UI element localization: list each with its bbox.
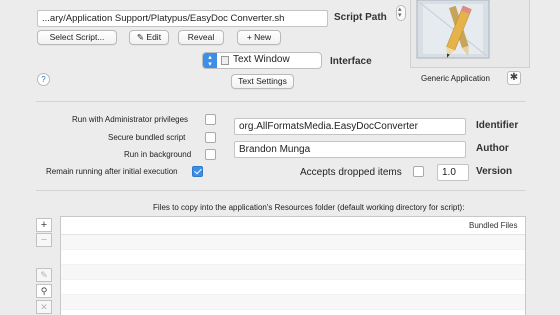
generic-application-label: Generic Application	[421, 74, 490, 83]
option-label-admin: Run with Administrator privileges	[72, 115, 189, 124]
option-label-secure: Secure bundled script	[108, 133, 186, 142]
interface-label: Interface	[330, 56, 372, 67]
identifier-field[interactable]: org.AllFormatsMedia.EasyDocConverter	[234, 118, 466, 135]
reveal-script-button[interactable]: Reveal	[178, 30, 224, 45]
script-path-field[interactable]: ...ary/Application Support/Platypus/Easy…	[37, 10, 328, 27]
pencil-icon: ✎	[40, 270, 48, 280]
interface-select[interactable]: ▴ ▾ Text Window	[202, 52, 322, 69]
edit-script-button[interactable]: ✎ Edit	[129, 30, 169, 45]
add-file-button[interactable]: +	[36, 218, 52, 232]
reveal-file-button[interactable]: ⚲	[36, 284, 52, 298]
section-divider	[36, 101, 526, 102]
help-icon[interactable]: ?	[37, 73, 50, 86]
option-label-background: Run in background	[124, 150, 192, 159]
list-item	[61, 280, 525, 295]
interface-select-value: Text Window	[233, 54, 290, 65]
select-script-button[interactable]: Select Script...	[37, 30, 117, 45]
list-item	[61, 235, 525, 250]
chevron-up-icon: ▴	[208, 54, 212, 61]
option-checkbox-admin[interactable]	[205, 114, 216, 125]
option-checkbox-remain-running[interactable]	[192, 166, 203, 177]
clear-files-button[interactable]: ✕	[36, 300, 52, 314]
edit-file-button[interactable]: ✎	[36, 268, 52, 282]
list-item	[61, 250, 525, 265]
magnifier-icon: ⚲	[40, 286, 48, 296]
chevron-down-icon: ▾	[398, 12, 402, 19]
accepts-dropped-label: Accepts dropped items	[300, 167, 402, 178]
interface-window-icon	[221, 56, 229, 65]
accepts-dropped-checkbox[interactable]	[413, 166, 424, 177]
bundled-files-header: Bundled Files	[469, 221, 518, 230]
version-label: Version	[476, 166, 513, 177]
gear-icon[interactable]: ✱	[507, 71, 521, 85]
option-checkbox-background[interactable]	[205, 149, 216, 160]
files-header-row: Bundled Files	[61, 217, 525, 235]
section-divider	[36, 190, 526, 191]
version-field[interactable]: 1.0	[437, 164, 469, 181]
interface-select-arrow: ▴ ▾	[203, 53, 217, 68]
author-field[interactable]: Brandon Munga	[234, 141, 466, 158]
list-item	[61, 295, 525, 310]
app-icon-well[interactable]	[410, 0, 530, 68]
list-item	[61, 265, 525, 280]
script-path-label: Script Path	[334, 12, 387, 23]
option-checkbox-secure[interactable]	[205, 132, 216, 143]
option-label-remain-running: Remain running after initial execution	[46, 167, 178, 176]
chevron-down-icon: ▾	[208, 61, 212, 68]
bundled-files-list[interactable]: Bundled Files	[60, 216, 526, 315]
author-label: Author	[476, 143, 509, 154]
text-settings-button[interactable]: Text Settings	[231, 74, 294, 89]
new-script-button[interactable]: + New	[237, 30, 281, 45]
files-caption: Files to copy into the application's Res…	[153, 203, 465, 212]
close-icon: ✕	[40, 302, 48, 312]
remove-file-button[interactable]: −	[36, 233, 52, 247]
script-path-stepper[interactable]: ▴ ▾	[396, 5, 406, 21]
app-icon-image	[416, 0, 490, 59]
identifier-label: Identifier	[476, 120, 519, 131]
